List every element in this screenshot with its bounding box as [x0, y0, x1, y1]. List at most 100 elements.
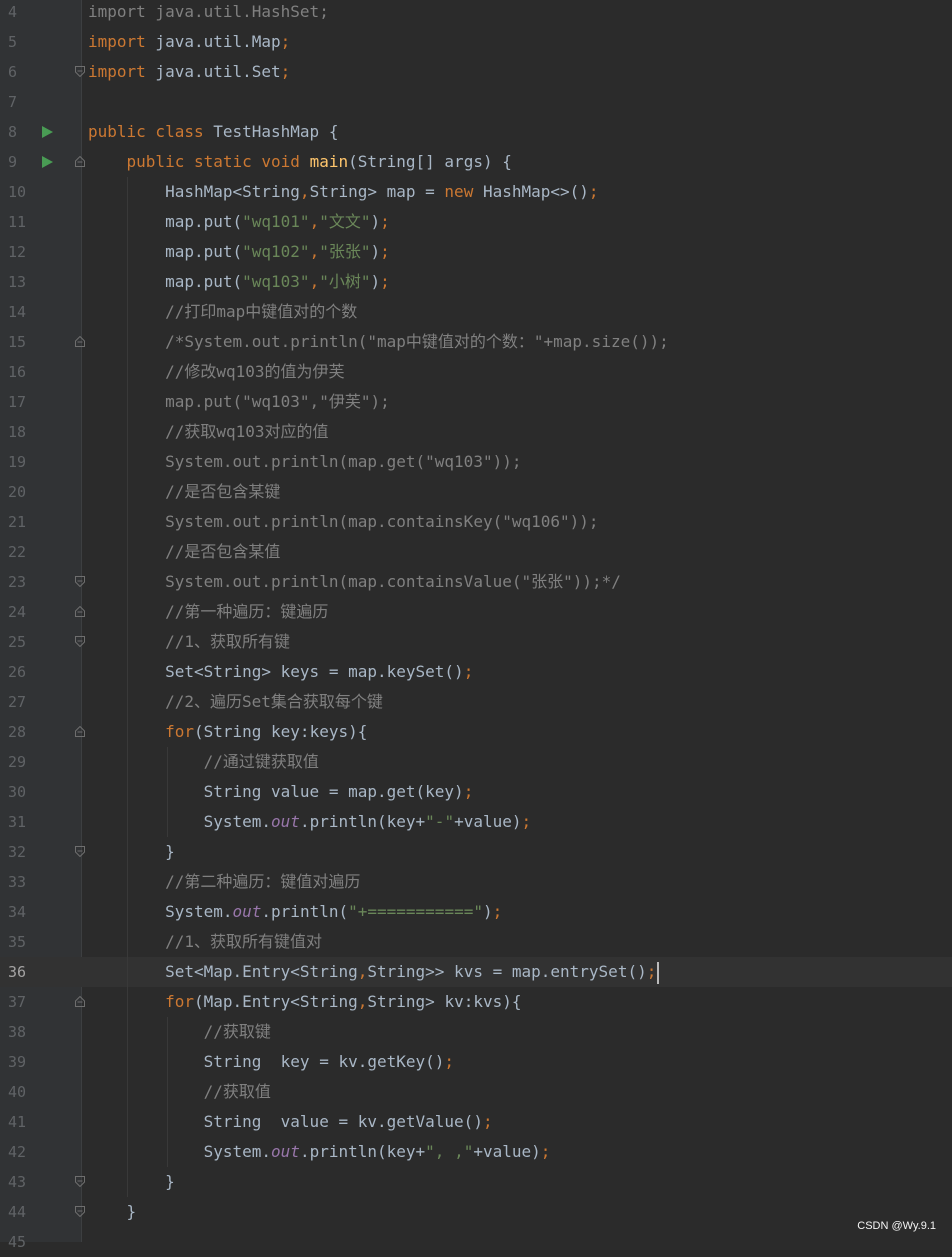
fold-end-icon[interactable] — [75, 846, 85, 857]
line-text[interactable]: //通过键获取值 — [88, 747, 319, 777]
line-text[interactable]: Set<String> keys = map.keySet(); — [88, 657, 473, 687]
code-line[interactable]: 37 for(Map.Entry<String,String> kv:kvs){ — [0, 987, 952, 1017]
line-text[interactable]: HashMap<String,String> map = new HashMap… — [88, 177, 599, 207]
code-line[interactable]: 20 //是否包含某键 — [0, 477, 952, 507]
line-text[interactable]: public class TestHashMap { — [88, 117, 338, 147]
line-text[interactable]: /*System.out.println("map中键值对的个数："+map.s… — [88, 327, 669, 357]
fold-start-icon[interactable] — [75, 156, 85, 167]
line-text[interactable]: map.put("wq103","小树"); — [88, 267, 390, 297]
code-line-current[interactable]: 36 Set<Map.Entry<String,String>> kvs = m… — [0, 957, 952, 987]
code-line[interactable]: 9 public static void main(String[] args)… — [0, 147, 952, 177]
code-line[interactable]: 8 public class TestHashMap { — [0, 117, 952, 147]
line-number: 24 — [8, 603, 27, 621]
code-line[interactable]: 40 //获取值 — [0, 1077, 952, 1107]
code-line[interactable]: 35 //1、获取所有键值对 — [0, 927, 952, 957]
line-text[interactable]: //是否包含某键 — [88, 477, 280, 507]
line-text[interactable]: //获取键 — [88, 1017, 271, 1047]
code-line[interactable]: 29 //通过键获取值 — [0, 747, 952, 777]
line-text[interactable]: //第一种遍历：键遍历 — [88, 597, 328, 627]
code-line[interactable]: 42 System.out.println(key+", ,"+value); — [0, 1137, 952, 1167]
fold-start-icon[interactable] — [75, 726, 85, 737]
code-line[interactable]: 11 map.put("wq101","文文"); — [0, 207, 952, 237]
line-text[interactable]: //获取值 — [88, 1077, 271, 1107]
code-editor[interactable]: 4 import java.util.HashSet; 5 import jav… — [0, 0, 952, 1257]
fold-end-icon[interactable] — [75, 66, 85, 77]
line-text[interactable]: //获取wq103对应的值 — [88, 417, 328, 447]
line-text[interactable]: System.out.println(map.get("wq103")); — [88, 447, 521, 477]
code-line[interactable]: 19 System.out.println(map.get("wq103")); — [0, 447, 952, 477]
run-main-icon[interactable] — [42, 156, 53, 168]
fold-end-icon[interactable] — [75, 1206, 85, 1217]
code-line[interactable]: 15 /*System.out.println("map中键值对的个数："+ma… — [0, 327, 952, 357]
line-text[interactable]: String value = map.get(key); — [88, 777, 474, 807]
code-line[interactable]: 4 import java.util.HashSet; — [0, 0, 952, 27]
code-line[interactable]: 10 HashMap<String,String> map = new Hash… — [0, 177, 952, 207]
line-text[interactable]: } — [88, 1197, 137, 1227]
line-text[interactable]: for(String key:keys){ — [88, 717, 367, 747]
code-line[interactable]: 44 } — [0, 1197, 952, 1227]
line-text[interactable]: for(Map.Entry<String,String> kv:kvs){ — [88, 987, 521, 1017]
code-line[interactable]: 39 String key = kv.getKey(); — [0, 1047, 952, 1077]
fold-start-icon[interactable] — [75, 996, 85, 1007]
line-text[interactable]: //是否包含某值 — [88, 537, 280, 567]
code-line[interactable]: 27 //2、遍历Set集合获取每个键 — [0, 687, 952, 717]
code-line[interactable]: 18 //获取wq103对应的值 — [0, 417, 952, 447]
code-line[interactable]: 22 //是否包含某值 — [0, 537, 952, 567]
fold-end-icon[interactable] — [75, 576, 85, 587]
line-text[interactable]: map.put("wq102","张张"); — [88, 237, 390, 267]
line-text[interactable]: import java.util.HashSet; — [88, 0, 329, 27]
code-line[interactable]: 6 import java.util.Set; — [0, 57, 952, 87]
code-line[interactable]: 17 map.put("wq103","伊芙"); — [0, 387, 952, 417]
code-line[interactable]: 32 } — [0, 837, 952, 867]
line-text[interactable]: public static void main(String[] args) { — [88, 147, 512, 177]
code-line[interactable]: 30 String value = map.get(key); — [0, 777, 952, 807]
code-line[interactable]: 12 map.put("wq102","张张"); — [0, 237, 952, 267]
code-line[interactable]: 33 //第二种遍历：键值对遍历 — [0, 867, 952, 897]
fold-end-icon[interactable] — [75, 1176, 85, 1187]
line-number: 36 — [8, 963, 27, 981]
line-text[interactable]: System.out.println(map.containsValue("张张… — [88, 567, 621, 597]
line-text[interactable]: //第二种遍历：键值对遍历 — [88, 867, 360, 897]
line-text[interactable]: import java.util.Set; — [88, 57, 290, 87]
line-text[interactable]: String key = kv.getKey(); — [88, 1047, 454, 1077]
code-line[interactable]: 23 System.out.println(map.containsValue(… — [0, 567, 952, 597]
line-text[interactable]: import java.util.Map; — [88, 27, 290, 57]
code-line[interactable]: 28 for(String key:keys){ — [0, 717, 952, 747]
fold-end-icon[interactable] — [75, 636, 85, 647]
code-line[interactable]: 25 //1、获取所有键 — [0, 627, 952, 657]
code-line[interactable]: 7 — [0, 87, 952, 117]
code-line[interactable]: 16 //修改wq103的值为伊芙 — [0, 357, 952, 387]
line-text[interactable]: System.out.println("+==========="); — [88, 897, 502, 927]
code-line[interactable]: 34 System.out.println("+==========="); — [0, 897, 952, 927]
line-text[interactable]: String value = kv.getValue(); — [88, 1107, 493, 1137]
line-number: 38 — [8, 1023, 27, 1041]
line-text[interactable]: map.put("wq101","文文"); — [88, 207, 390, 237]
line-text[interactable]: //1、获取所有键值对 — [88, 927, 322, 957]
line-text[interactable]: Set<Map.Entry<String,String>> kvs = map.… — [88, 957, 660, 987]
code-line[interactable]: 21 System.out.println(map.containsKey("w… — [0, 507, 952, 537]
line-number: 14 — [8, 303, 27, 321]
line-text[interactable]: System.out.println(key+"-"+value); — [88, 807, 532, 837]
code-line[interactable]: 14 //打印map中键值对的个数 — [0, 297, 952, 327]
code-line[interactable]: 43 } — [0, 1167, 952, 1197]
code-line[interactable]: 24 //第一种遍历：键遍历 — [0, 597, 952, 627]
line-text[interactable]: //2、遍历Set集合获取每个键 — [88, 687, 383, 717]
fold-start-icon[interactable] — [75, 336, 85, 347]
code-line[interactable]: 5 import java.util.Map; — [0, 27, 952, 57]
line-text[interactable]: } — [88, 1167, 175, 1197]
line-text[interactable]: //1、获取所有键 — [88, 627, 290, 657]
line-text[interactable]: System.out.println(key+", ,"+value); — [88, 1137, 551, 1167]
fold-start-icon[interactable] — [75, 606, 85, 617]
code-line[interactable]: 38 //获取键 — [0, 1017, 952, 1047]
line-text[interactable]: System.out.println(map.containsKey("wq10… — [88, 507, 598, 537]
line-text[interactable]: } — [88, 837, 175, 867]
line-text[interactable]: //修改wq103的值为伊芙 — [88, 357, 344, 387]
code-line[interactable]: 26 Set<String> keys = map.keySet(); — [0, 657, 952, 687]
line-text[interactable]: map.put("wq103","伊芙"); — [88, 387, 390, 417]
code-line[interactable]: 31 System.out.println(key+"-"+value); — [0, 807, 952, 837]
code-line[interactable]: 13 map.put("wq103","小树"); — [0, 267, 952, 297]
line-text[interactable]: //打印map中键值对的个数 — [88, 297, 357, 327]
run-class-icon[interactable] — [42, 126, 53, 138]
code-line[interactable]: 45 — [0, 1227, 952, 1257]
code-line[interactable]: 41 String value = kv.getValue(); — [0, 1107, 952, 1137]
